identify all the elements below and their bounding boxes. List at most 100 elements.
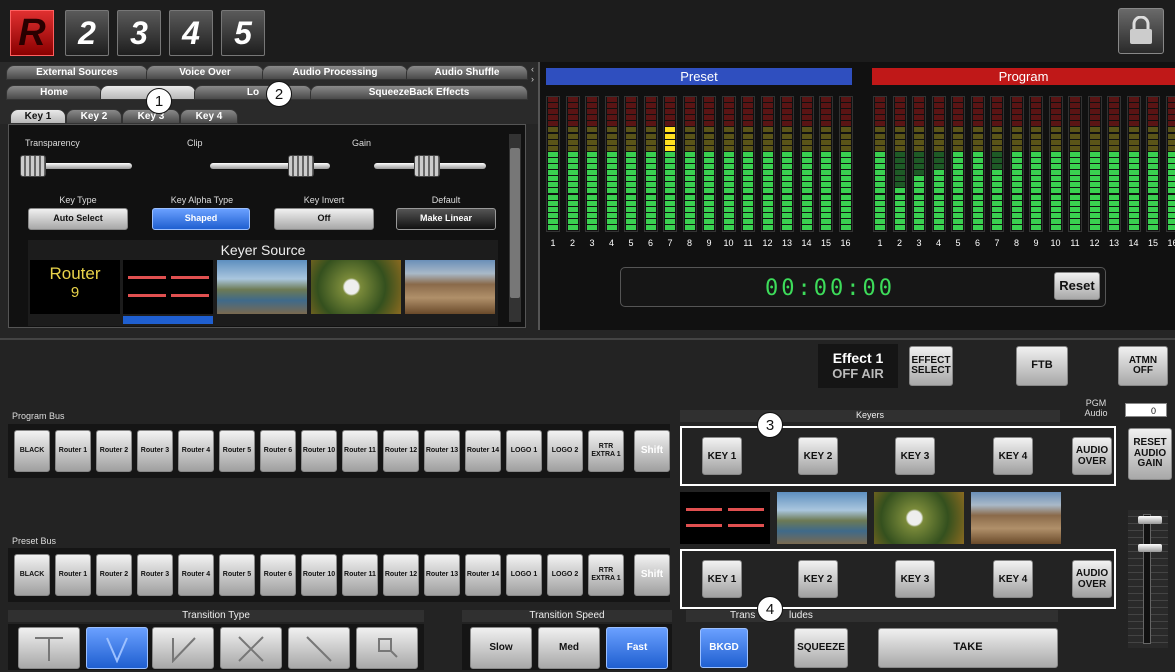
lock-icon[interactable] bbox=[1118, 8, 1164, 54]
program-bus-router-3[interactable]: Router 3 bbox=[137, 430, 173, 472]
preset-meter-1 bbox=[546, 96, 560, 232]
clip-slider[interactable] bbox=[210, 155, 330, 177]
program-key-1-button[interactable]: KEY 1 bbox=[702, 437, 742, 475]
speed-med-button[interactable]: Med bbox=[538, 627, 600, 669]
preset-bus-router-1[interactable]: Router 1 bbox=[55, 554, 91, 596]
preset-audio-over-button[interactable]: AUDIO OVER bbox=[1072, 560, 1112, 598]
preset-bus-logo-1[interactable]: LOGO 1 bbox=[506, 554, 542, 596]
preset-bus-router-11[interactable]: Router 11 bbox=[342, 554, 378, 596]
program-bus-logo-1[interactable]: LOGO 1 bbox=[506, 430, 542, 472]
preset-bus-black[interactable]: BLACK bbox=[14, 554, 50, 596]
audio-fader-handle-2[interactable] bbox=[1138, 544, 1162, 552]
clip-label: Clip bbox=[187, 138, 203, 148]
effect-select-button[interactable]: EFFECT SELECT bbox=[909, 346, 953, 386]
cut-transition-button[interactable] bbox=[18, 627, 80, 669]
program-key-3-button[interactable]: KEY 3 bbox=[895, 437, 935, 475]
preset-shift-button[interactable]: Shift bbox=[634, 554, 670, 596]
v-transition-button[interactable] bbox=[86, 627, 148, 669]
preset-channel-label: 3 bbox=[589, 238, 595, 248]
preset-bus-rtr-extra-1[interactable]: RTR EXTRA 1 bbox=[588, 554, 624, 596]
preset-bus-logo-2[interactable]: LOGO 2 bbox=[547, 554, 583, 596]
preset-key-2-button[interactable]: KEY 2 bbox=[798, 560, 838, 598]
keyer-2-preview bbox=[777, 492, 867, 544]
tab-key-2[interactable]: Key 2 bbox=[66, 109, 122, 124]
tab-audio-shuffle[interactable]: Audio Shuffle bbox=[406, 65, 528, 80]
preset-key-1-button[interactable]: KEY 1 bbox=[702, 560, 742, 598]
preset-bus-router-12[interactable]: Router 12 bbox=[383, 554, 419, 596]
page-5-button[interactable]: 5 bbox=[221, 10, 265, 56]
speed-slow-button[interactable]: Slow bbox=[470, 627, 532, 669]
program-bus-router-5[interactable]: Router 5 bbox=[219, 430, 255, 472]
page-3-button[interactable]: 3 bbox=[117, 10, 161, 56]
page-2-button[interactable]: 2 bbox=[65, 10, 109, 56]
page-4-button[interactable]: 4 bbox=[169, 10, 213, 56]
preset-key-3-button[interactable]: KEY 3 bbox=[895, 560, 935, 598]
program-bus-router-10[interactable]: Router 10 bbox=[301, 430, 337, 472]
preset-bus-router-6[interactable]: Router 6 bbox=[260, 554, 296, 596]
flower-thumbnail[interactable] bbox=[311, 260, 401, 314]
preset-bus-router-3[interactable]: Router 3 bbox=[137, 554, 173, 596]
lower-third-thumbnail[interactable] bbox=[123, 260, 213, 314]
speed-fast-button[interactable]: Fast bbox=[606, 627, 668, 669]
program-key-2-button[interactable]: KEY 2 bbox=[798, 437, 838, 475]
program-bus-router-12[interactable]: Router 12 bbox=[383, 430, 419, 472]
preset-bus-router-13[interactable]: Router 13 bbox=[424, 554, 460, 596]
program-bus-router-11[interactable]: Router 11 bbox=[342, 430, 378, 472]
preset-bus-router-5[interactable]: Router 5 bbox=[219, 554, 255, 596]
panel-scrollbar[interactable] bbox=[509, 134, 521, 322]
program-bus-router-14[interactable]: Router 14 bbox=[465, 430, 501, 472]
program-bus-router-2[interactable]: Router 2 bbox=[96, 430, 132, 472]
tab-key-4[interactable]: Key 4 bbox=[180, 109, 238, 124]
program-bus-router-13[interactable]: Router 13 bbox=[424, 430, 460, 472]
logo-button[interactable]: R bbox=[10, 10, 54, 56]
landscape-thumbnail[interactable] bbox=[217, 260, 307, 314]
program-bus-router-6[interactable]: Router 6 bbox=[260, 430, 296, 472]
tab-home[interactable]: Home bbox=[6, 85, 102, 100]
tab-audio-processing[interactable]: Audio Processing bbox=[262, 65, 408, 80]
ftb-button[interactable]: FTB bbox=[1016, 346, 1068, 386]
tab-voice-over[interactable]: Voice Over bbox=[146, 65, 264, 80]
city-thumbnail[interactable] bbox=[405, 260, 495, 314]
preset-key-4-button[interactable]: KEY 4 bbox=[993, 560, 1033, 598]
tab-squeezeback-effects[interactable]: SqueezeBack Effects bbox=[310, 85, 528, 100]
x-transition-button[interactable] bbox=[220, 627, 282, 669]
preset-channel-label: 6 bbox=[647, 238, 653, 248]
program-bus-rtr-extra-1[interactable]: RTR EXTRA 1 bbox=[588, 430, 624, 472]
key-invert-button[interactable]: Off bbox=[274, 208, 374, 230]
router-9-source[interactable]: Router 9 bbox=[30, 260, 120, 314]
program-audio-over-button[interactable]: AUDIO OVER bbox=[1072, 437, 1112, 475]
tab-lo[interactable]: Lo bbox=[194, 85, 312, 100]
take-button[interactable]: TAKE bbox=[878, 628, 1058, 668]
bkgd-button[interactable]: BKGD bbox=[700, 628, 748, 668]
collapse-chevron-icon[interactable]: ‹ › bbox=[531, 64, 534, 84]
logo-letter: R bbox=[18, 11, 46, 54]
preset-bus-router-10[interactable]: Router 10 bbox=[301, 554, 337, 596]
tab-external-sources[interactable]: External Sources bbox=[6, 65, 148, 80]
backslash-transition-button[interactable] bbox=[288, 627, 350, 669]
squeeze-button[interactable]: SQUEEZE bbox=[794, 628, 848, 668]
pgm-audio-input[interactable]: 0 bbox=[1125, 403, 1167, 417]
transparency-slider[interactable] bbox=[20, 155, 132, 177]
atmn-off-button[interactable]: ATMN OFF bbox=[1118, 346, 1168, 386]
program-key-4-button[interactable]: KEY 4 bbox=[993, 437, 1033, 475]
program-shift-button[interactable]: Shift bbox=[634, 430, 670, 472]
box-transition-button[interactable] bbox=[356, 627, 418, 669]
program-channel-label: 7 bbox=[994, 238, 1000, 248]
key-alpha-type-button[interactable]: Shaped bbox=[152, 208, 250, 230]
reset-audio-gain-button[interactable]: RESET AUDIO GAIN bbox=[1128, 428, 1172, 480]
preset-channel-label: 16 bbox=[840, 238, 851, 248]
preset-bus-router-2[interactable]: Router 2 bbox=[96, 554, 132, 596]
preset-bus-router-4[interactable]: Router 4 bbox=[178, 554, 214, 596]
program-bus-router-1[interactable]: Router 1 bbox=[55, 430, 91, 472]
program-bus-logo-2[interactable]: LOGO 2 bbox=[547, 430, 583, 472]
audio-fader-handle[interactable] bbox=[1138, 516, 1162, 524]
gain-slider[interactable] bbox=[374, 155, 486, 177]
tab-key-1[interactable]: Key 1 bbox=[10, 109, 66, 124]
reset-timer-button[interactable]: Reset bbox=[1054, 272, 1100, 300]
program-bus-black[interactable]: BLACK bbox=[14, 430, 50, 472]
key-type-button[interactable]: Auto Select bbox=[28, 208, 128, 230]
preset-bus-router-14[interactable]: Router 14 bbox=[465, 554, 501, 596]
make-linear-button[interactable]: Make Linear bbox=[396, 208, 496, 230]
diagonal-transition-button[interactable] bbox=[152, 627, 214, 669]
program-bus-router-4[interactable]: Router 4 bbox=[178, 430, 214, 472]
